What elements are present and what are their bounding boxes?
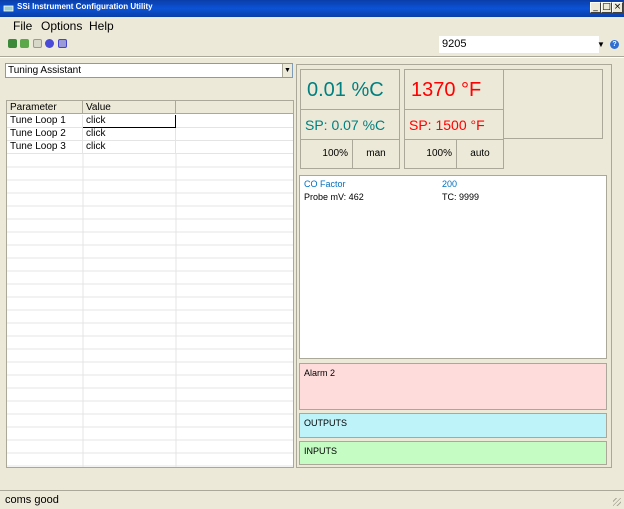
menu-bar: File Options Help: [0, 17, 624, 35]
outputs-panel[interactable]: OUTPUTS: [299, 413, 607, 438]
chart-icon[interactable]: [58, 39, 67, 48]
inputs-label: INPUTS: [304, 446, 338, 456]
table-row[interactable]: Tune Loop 1 click: [7, 115, 293, 128]
mode-select[interactable]: Tuning Assistant ▼: [5, 63, 293, 78]
chevron-down-icon[interactable]: ▼: [282, 64, 292, 77]
table-row[interactable]: Tune Loop 3 click: [7, 141, 293, 154]
link-icon[interactable]: [8, 39, 17, 48]
info-panel: CO Factor 200 Probe mV: 462 TC: 9999: [299, 175, 607, 359]
inputs-panel[interactable]: INPUTS: [299, 441, 607, 465]
loop-3-box: [504, 69, 603, 139]
parameter-grid: Parameter Value Tune Loop 1 click Tune L…: [6, 100, 294, 468]
cell-value[interactable]: click: [83, 141, 176, 154]
globe-icon[interactable]: [45, 39, 54, 48]
alarm-label: Alarm 2: [304, 368, 336, 378]
loop-1-setpoint[interactable]: SP: 0.07 %C: [301, 110, 399, 140]
toolbar-divider: [0, 56, 624, 58]
instrument-select[interactable]: 9205: [439, 36, 599, 53]
loop-1-output: 100%: [301, 140, 353, 168]
loop-2-process-value: 1370 °F: [405, 70, 503, 110]
mode-select-value: Tuning Assistant: [8, 65, 82, 76]
maximize-button[interactable]: □: [601, 2, 612, 13]
column-header-empty: [176, 101, 293, 114]
alarm-panel: Alarm 2: [299, 363, 607, 410]
window-title: SSi Instrument Configuration Utility: [17, 2, 153, 11]
title-bar: SSi Instrument Configuration Utility _ □…: [0, 0, 624, 17]
column-header-parameter[interactable]: Parameter: [7, 101, 83, 114]
status-text: coms good: [5, 494, 59, 506]
close-button[interactable]: ×: [612, 2, 623, 13]
instrument-select-value: 9205: [442, 38, 467, 50]
loop-2-output: 100%: [405, 140, 457, 168]
grid-header: Parameter Value: [7, 101, 293, 114]
hand-icon[interactable]: [20, 39, 29, 48]
table-row[interactable]: Tune Loop 2 click: [7, 128, 293, 141]
probe-mv: Probe mV: 462: [304, 192, 364, 202]
chevron-down-icon[interactable]: ▼: [597, 40, 605, 49]
loop-2-box[interactable]: 1370 °F SP: 1500 °F 100% auto: [404, 69, 504, 169]
cell-value[interactable]: click: [83, 115, 176, 128]
grid-empty-lines: [7, 154, 293, 467]
loop-1-box[interactable]: 0.01 %C SP: 0.07 %C 100% man: [300, 69, 400, 169]
bulb-icon[interactable]: [33, 39, 42, 48]
co-factor-label: CO Factor: [304, 179, 346, 189]
loop-1-mode[interactable]: man: [353, 140, 399, 168]
loop-2-mode[interactable]: auto: [457, 140, 503, 168]
cell-parameter: Tune Loop 2: [7, 128, 83, 141]
menu-file[interactable]: File: [13, 19, 32, 33]
app-icon: [3, 5, 14, 12]
minimize-button[interactable]: _: [590, 2, 601, 13]
tc-value: TC: 9999: [442, 192, 480, 202]
menu-options[interactable]: Options: [41, 19, 82, 33]
outputs-label: OUTPUTS: [304, 418, 348, 428]
help-icon[interactable]: ?: [610, 40, 619, 49]
menu-help[interactable]: Help: [89, 19, 114, 33]
column-header-value[interactable]: Value: [83, 101, 176, 114]
resize-grip-icon[interactable]: [613, 498, 621, 506]
cell-parameter: Tune Loop 1: [7, 115, 83, 128]
cell-parameter: Tune Loop 3: [7, 141, 83, 154]
loop-1-process-value: 0.01 %C: [301, 70, 399, 110]
cell-value[interactable]: click: [83, 128, 176, 141]
status-bar: coms good: [0, 490, 624, 509]
co-factor-value: 200: [442, 179, 458, 189]
loop-2-setpoint[interactable]: SP: 1500 °F: [405, 110, 503, 140]
